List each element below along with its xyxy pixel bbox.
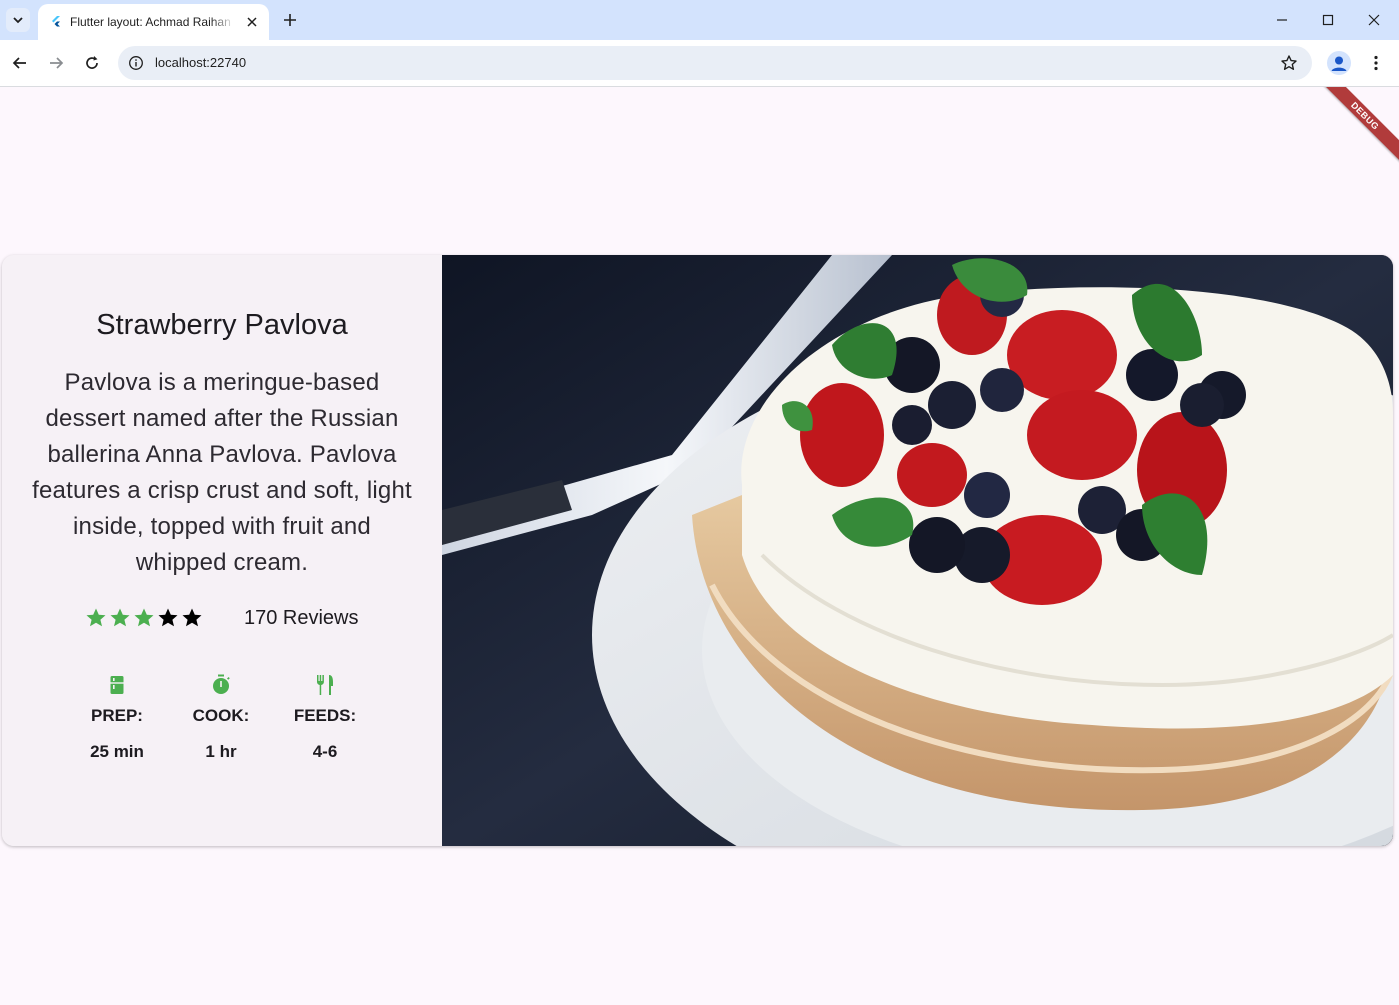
forward-arrow-icon[interactable] <box>46 53 66 73</box>
prep-info: PREP: 25 min <box>72 673 162 763</box>
browser-toolbar: localhost:22740 <box>0 40 1399 87</box>
recipe-details-column: Strawberry Pavlova Pavlova is a meringue… <box>2 255 442 846</box>
recipe-title: Strawberry Pavlova <box>96 309 348 341</box>
profile-avatar-button[interactable] <box>1327 51 1351 75</box>
minimize-icon[interactable] <box>1272 10 1292 30</box>
star-icon <box>134 608 154 627</box>
cook-value: 1 hr <box>205 742 237 761</box>
address-bar[interactable]: localhost:22740 <box>118 46 1312 80</box>
maximize-icon[interactable] <box>1318 10 1338 30</box>
restaurant-icon <box>316 675 333 695</box>
close-icon[interactable] <box>244 14 260 30</box>
bookmark-star-icon[interactable] <box>1279 53 1299 73</box>
feeds-value: 4-6 <box>312 742 338 761</box>
timer-icon <box>213 674 230 694</box>
chevron-down-icon <box>13 17 23 24</box>
prep-value: 25 min <box>90 742 144 761</box>
person-icon <box>1331 56 1347 71</box>
pavlova-photo <box>442 255 1393 846</box>
url-text: localhost:22740 <box>155 55 247 70</box>
star-icon <box>158 608 178 627</box>
cook-label: COOK: <box>192 706 250 725</box>
site-info-icon[interactable] <box>128 55 144 71</box>
kitchen-icon <box>110 676 124 694</box>
browser-tab-active[interactable]: Flutter layout: Achmad Raihan Fahrezi <box>38 4 269 40</box>
tab-title: Flutter layout: Achmad Raihan Fahrezi <box>70 15 235 29</box>
more-vert-icon[interactable] <box>1366 53 1386 73</box>
window-close-icon[interactable] <box>1364 10 1384 30</box>
recipe-description: Pavlova is a meringue-based dessert name… <box>32 369 412 576</box>
recipe-card: Strawberry Pavlova Pavlova is a meringue… <box>2 255 1393 846</box>
star-icon <box>86 608 106 627</box>
new-tab-icon[interactable] <box>280 10 300 30</box>
debug-banner: DEBUG <box>1310 87 1399 171</box>
app-viewport: DEBUG Strawberry Pavlova Pavlova is a me… <box>0 87 1399 1005</box>
pavlova-image <box>442 255 1393 846</box>
reload-icon[interactable] <box>82 53 102 73</box>
star-icon <box>110 608 130 627</box>
tab-search-button[interactable] <box>6 8 30 32</box>
feeds-info: FEEDS: 4-6 <box>280 673 370 763</box>
browser-tabstrip: Flutter layout: Achmad Raihan Fahrezi <box>0 0 1399 40</box>
prep-label: PREP: <box>91 706 143 725</box>
star-icon <box>182 608 202 627</box>
cook-info: COOK: 1 hr <box>176 673 266 763</box>
back-arrow-icon[interactable] <box>10 53 30 73</box>
feeds-label: FEEDS: <box>293 706 357 725</box>
rating-stars <box>84 606 204 630</box>
review-count: 170 Reviews <box>244 607 359 629</box>
flutter-logo-icon <box>52 16 60 27</box>
